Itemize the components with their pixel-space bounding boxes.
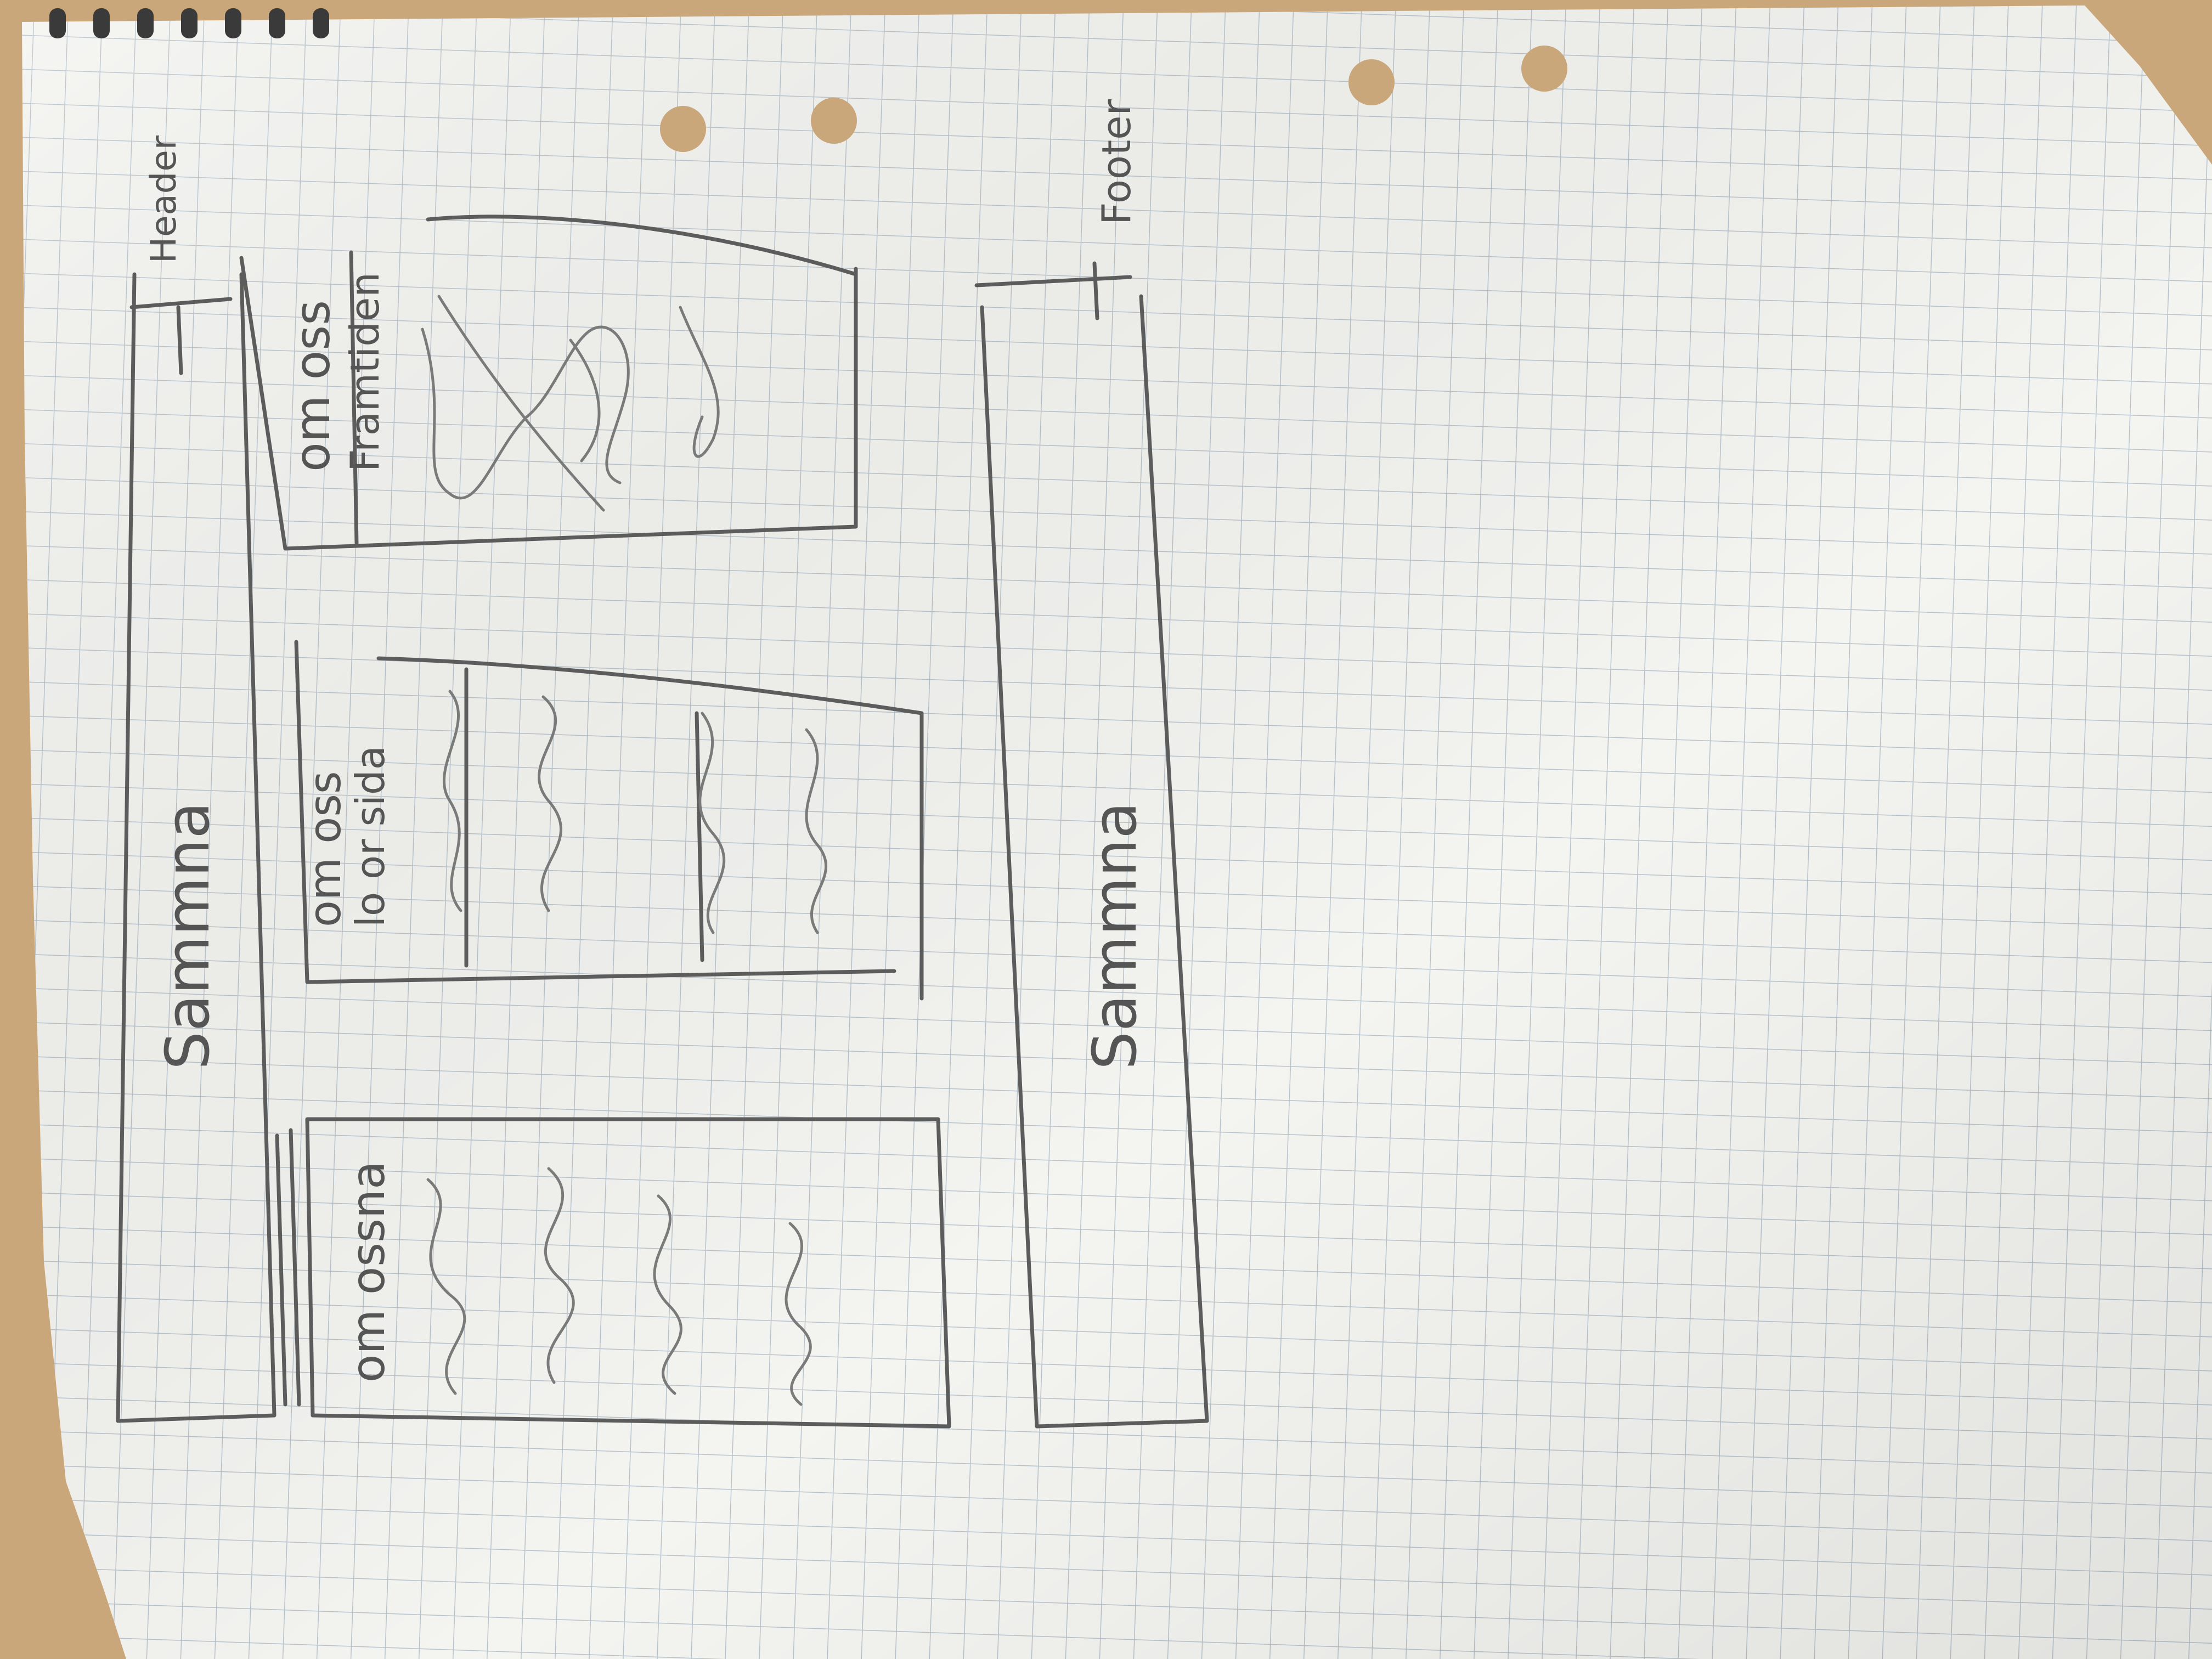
- card-middle-title: om oss: [300, 771, 351, 927]
- card-right-subtitle: Framtiden: [342, 272, 388, 472]
- footer-label: Footer: [1093, 99, 1139, 225]
- photo-scene: Header Sammna om oss Framtiden om oss lo…: [0, 0, 2212, 1659]
- card-left-title: om ossna: [341, 1161, 395, 1383]
- footer-box-label: Sammna: [1080, 802, 1150, 1070]
- card-middle-subtitle: lo or sida: [347, 746, 393, 927]
- header-box-label: Sammna: [153, 802, 223, 1070]
- header-label: Header: [144, 135, 184, 263]
- card-right-title: om oss: [284, 300, 341, 472]
